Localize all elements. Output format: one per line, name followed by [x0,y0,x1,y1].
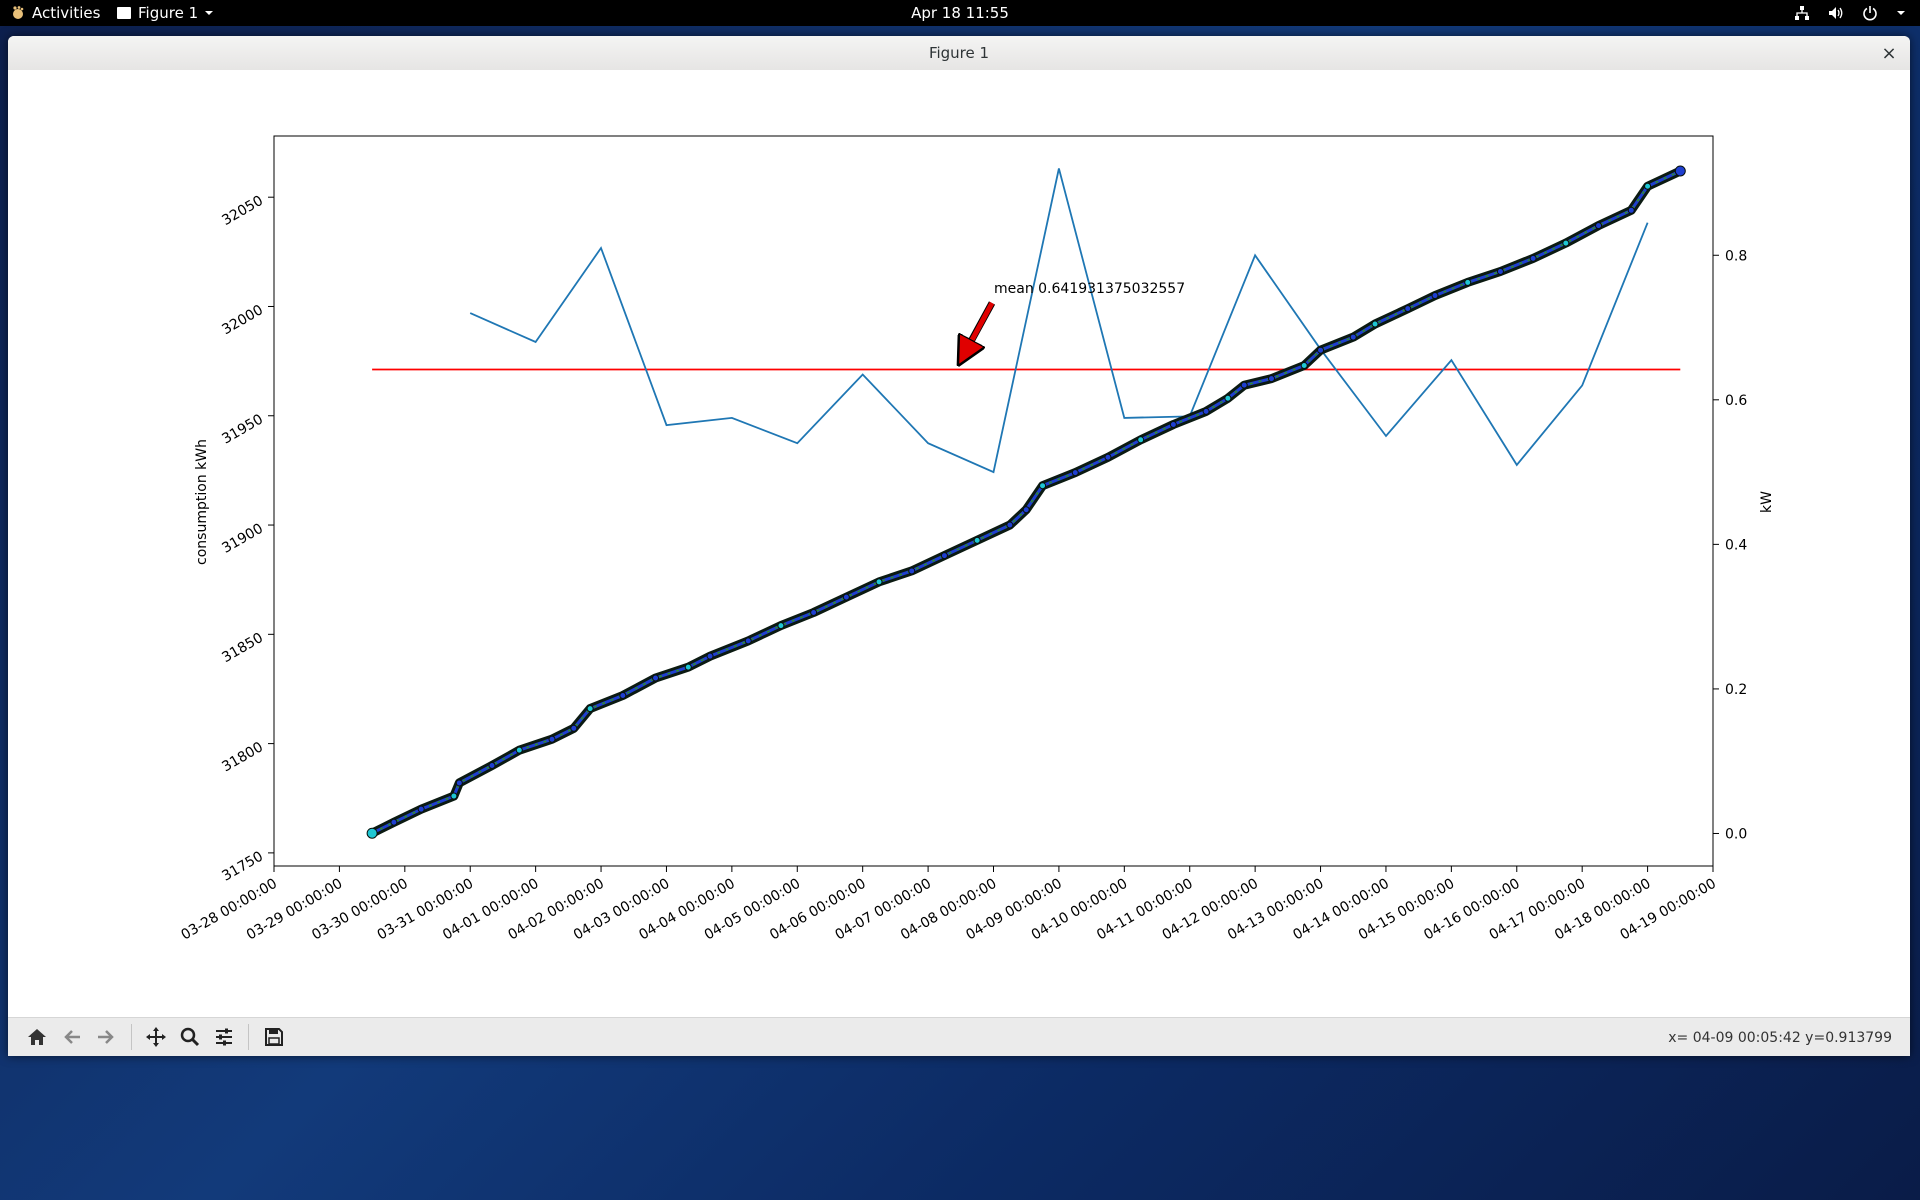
consumption-point [1300,361,1308,369]
toolbar-separator [248,1024,249,1050]
y-left-tick-label: 31800 [219,739,266,775]
consumption-point [1404,305,1412,313]
y-left-tick-label: 32000 [219,302,266,338]
consumption-point [619,692,627,700]
y-left-tick-label: 31850 [219,630,266,666]
consumption-point [1674,165,1686,177]
annotation-arrow-fill [965,301,995,353]
y-left-tick-label: 31750 [219,848,266,884]
consumption-point [1137,436,1145,444]
forward-button[interactable] [90,1021,122,1053]
consumption-point [515,746,523,754]
consumption-point [777,622,785,630]
y-right-tick-label: 0.6 [1725,393,1747,409]
y-right-tick-label: 0.4 [1725,537,1747,553]
consumption-point [973,536,981,544]
toolbar-separator [131,1024,132,1050]
top-bar: Activities Figure 1 Apr 18 11:55 [0,0,1920,26]
zoom-button[interactable] [174,1021,206,1053]
pan-icon [146,1027,166,1047]
consumption-point [875,578,883,586]
y-right-tick-label: 0.0 [1725,826,1747,842]
consumption-point [1169,421,1177,429]
consumption-point [488,761,496,769]
consumption-point [1595,222,1603,230]
configure-subplots-button[interactable] [208,1021,240,1053]
y-axis-left-label: consumption kWh [194,439,210,565]
consumption-point [1349,333,1357,341]
consumption-point [1202,407,1210,415]
figure-window: Figure 1 × 03-28 00:00:00 03-29 00:00:00 0… [8,36,1910,1056]
pan-button[interactable] [140,1021,172,1053]
consumption-point [652,674,660,682]
consumption-point [842,593,850,601]
consumption-point [1224,394,1232,402]
consumption-point [1006,521,1014,529]
consumption-point [810,608,818,616]
consumption-point [1431,292,1439,300]
consumption-point [417,805,425,813]
save-icon [265,1028,283,1046]
chart[interactable]: 03-28 00:00:0003-29 00:00:0003-30 00:00:… [8,70,1910,1016]
consumption-point [570,724,578,732]
navigation-toolbar: x= 04-09 00:05:42 y=0.913799 [8,1017,1910,1056]
y-left-tick-label: 31950 [219,411,266,447]
consumption-point [455,779,463,787]
consumption-point [684,663,692,671]
configure-subplots-icon [216,1028,232,1046]
y-axis-right-label: kW [1759,491,1775,513]
power-series-line [469,168,1649,474]
consumption-point [1104,453,1112,461]
back-button[interactable] [56,1021,88,1053]
volume-icon [1829,7,1843,19]
close-button[interactable]: × [1876,40,1902,66]
consumption-point [744,637,752,645]
consumption-point [1039,482,1047,490]
close-icon: × [1881,42,1897,64]
mean-annotation: mean 0.641931375032557 [994,281,1185,297]
consumption-point [908,567,916,575]
chevron-down-icon [1897,11,1905,15]
consumption-point [940,552,948,560]
power-icon [1863,6,1877,21]
cursor-coordinates: x= 04-09 00:05:42 y=0.913799 [1668,1029,1892,1046]
y-right-tick-label: 0.8 [1725,248,1747,264]
back-icon [64,1030,80,1044]
consumption-point [366,827,378,839]
consumption-marker-band [367,166,1685,838]
clock[interactable]: Apr 18 11:55 [0,0,1920,26]
consumption-point [1071,469,1079,477]
zoom-icon [180,1027,200,1047]
consumption-point [1496,268,1504,276]
y-left-tick-label: 32050 [219,193,266,229]
home-icon [28,1029,46,1045]
consumption-point [1644,182,1652,190]
consumption-point [1022,506,1030,514]
title-bar[interactable]: Figure 1 × [8,36,1910,71]
consumption-point [1267,375,1275,383]
forward-icon [98,1030,114,1044]
y-left-tick-label: 31900 [219,521,266,557]
consumption-point [1240,381,1248,389]
window-title: Figure 1 [928,44,990,62]
figure-canvas[interactable]: 03-28 00:00:00 03-29 00:00:00 03-30 00:00:… [8,70,1910,1052]
consumption-point [1627,206,1635,214]
plot-area-frame [273,135,1714,867]
network-icon [1795,6,1809,20]
consumption-point [586,705,594,713]
consumption-point [1562,239,1570,247]
consumption-point [1529,254,1537,262]
consumption-point [1317,346,1325,354]
y-right-tick-label: 0.2 [1725,682,1747,698]
consumption-point [706,652,714,660]
home-button[interactable] [21,1021,53,1053]
consumption-point [1464,278,1472,286]
clock-label: Apr 18 11:55 [911,4,1009,22]
consumption-point [548,735,556,743]
consumption-point [390,818,398,826]
consumption-point [450,792,458,800]
save-button[interactable] [258,1021,290,1053]
system-menu[interactable] [1794,0,1906,26]
consumption-point [1371,320,1379,328]
